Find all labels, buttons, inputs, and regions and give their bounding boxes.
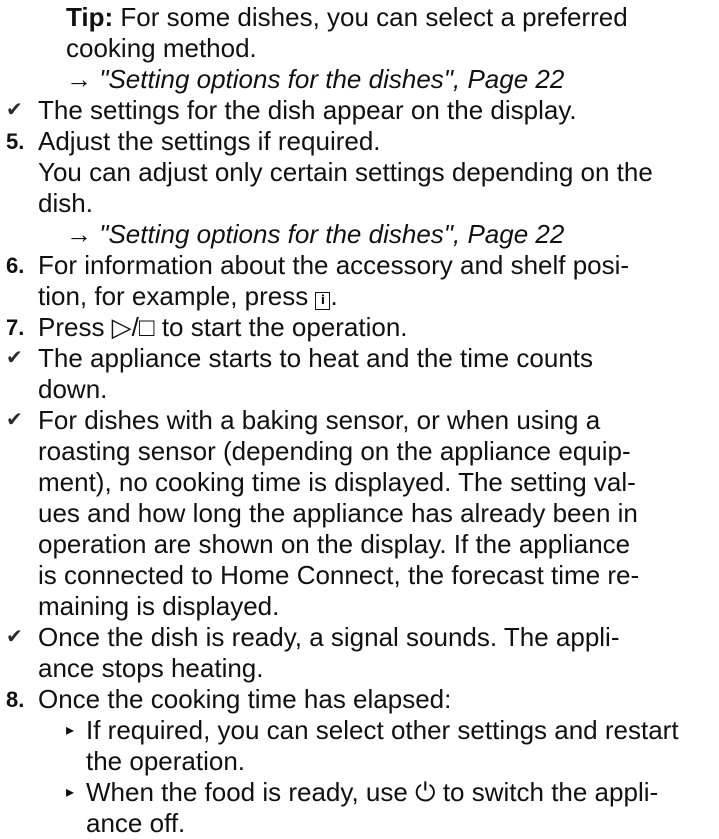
result-heating-line-2: down. <box>38 374 108 404</box>
step-5-note-line-2: dish. <box>38 188 93 218</box>
tip-reference-link[interactable]: → "Setting options for the dishes", Page… <box>66 64 564 95</box>
step-8-sub-1-line-1: If required, you can select other settin… <box>86 715 679 745</box>
result-heating-line-1: The appliance starts to heat and the tim… <box>38 343 594 373</box>
bullet-triangle-icon: ▸ <box>66 784 75 801</box>
step-8-text: Once the cooking time has elapsed: <box>38 684 452 714</box>
manual-page: Tip: For some dishes, you can select a p… <box>0 0 719 838</box>
step-number-7: 7. <box>6 315 25 340</box>
step-8-sub-2-line-1: When the food is ready, use ⏻ to switch … <box>86 777 659 807</box>
bullet-triangle-icon: ▸ <box>66 722 75 739</box>
result-sensor-line-3: ment), no cooking time is displayed. The… <box>38 467 636 497</box>
checkmark-icon: ✔ <box>6 99 23 121</box>
checkmark-icon: ✔ <box>6 409 23 431</box>
result-sensor-line-1: For dishes with a baking sensor, or when… <box>38 405 601 435</box>
result-sensor-line-6: is connected to Home Connect, the foreca… <box>38 560 640 590</box>
step-5-reference-link[interactable]: → "Setting options for the dishes", Page… <box>66 219 564 250</box>
step-5-note-line-1: You can adjust only certain settings dep… <box>38 157 653 187</box>
tip-line-1: Tip: For some dishes, you can select a p… <box>66 2 628 32</box>
info-icon: i <box>315 292 331 310</box>
tip-line-2: cooking method. <box>66 33 257 63</box>
step-8-sub-1-line-2: the operation. <box>86 746 246 776</box>
checkmark-icon: ✔ <box>6 626 23 648</box>
result-sensor-line-2: roasting sensor (depending on the applia… <box>38 436 631 466</box>
step-number-8: 8. <box>6 687 25 712</box>
result-sensor-line-4: ues and how long the appliance has alrea… <box>38 498 638 528</box>
tip-label: Tip: <box>66 2 114 32</box>
result-settings-appear: The settings for the dish appear on the … <box>38 95 577 125</box>
result-sensor-line-5: operation are shown on the display. If t… <box>38 529 631 559</box>
step-5-text: Adjust the settings if required. <box>38 126 381 156</box>
result-sensor-line-7: maining is displayed. <box>38 591 280 621</box>
checkmark-icon: ✔ <box>6 347 23 369</box>
step-6-line-2: tion, for example, press i. <box>38 281 338 311</box>
result-ready-line-1: Once the dish is ready, a signal sounds.… <box>38 622 620 652</box>
step-7-text: Press ▷/□ to start the operation. <box>38 312 408 342</box>
step-6-line-1: For information about the accessory and … <box>38 250 630 280</box>
step-8-sub-2-line-2: ance off. <box>86 808 186 838</box>
step-number-6: 6. <box>6 253 25 278</box>
step-number-5: 5. <box>6 129 25 154</box>
result-ready-line-2: ance stops heating. <box>38 653 264 683</box>
